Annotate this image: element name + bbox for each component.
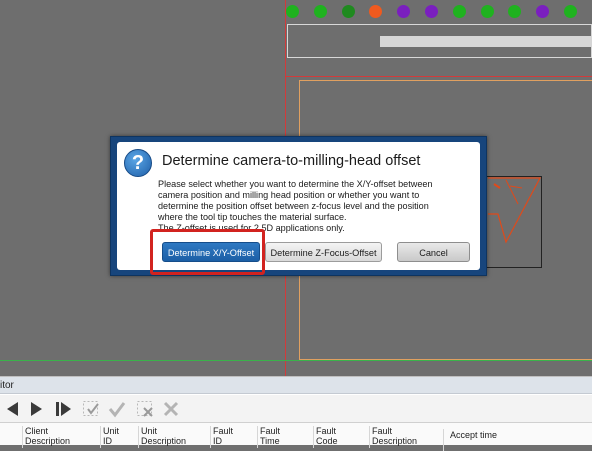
first-icon[interactable] [4,400,22,418]
status-dot [452,5,466,18]
column-header-fault-id[interactable]: Fault ID [210,426,257,448]
status-dot [397,5,411,18]
column-header-fault-time[interactable]: Fault Time [257,426,313,448]
question-icon: ? [124,149,152,177]
status-dot [480,5,494,18]
status-dot [508,5,522,18]
dialog-message-line: camera position and milling head positio… [158,190,420,200]
dialog-message-line: where the tool tip touches the material … [158,212,347,222]
monitor-toolbar [0,395,592,423]
fault-monitor-panel: itor Client Description Unit ID Unit Des… [0,376,592,451]
delete-icon[interactable] [162,400,180,418]
status-dot [425,5,438,18]
baseline-guide [0,360,592,361]
dialog-message-line: determine the position offset between z-… [158,201,429,211]
status-dot [536,5,550,18]
dialog-message: Please select whether you want to determ… [158,179,470,234]
status-dot [564,5,577,18]
preview-progress-bar [380,36,592,47]
monitor-title: itor [0,377,592,394]
column-header-client-description[interactable]: Client Description [22,426,100,448]
status-dot [286,5,299,18]
status-dot-row [286,5,592,19]
column-header-fault-code[interactable]: Fault Code [313,426,369,448]
status-dot [313,5,327,18]
next-icon[interactable] [28,400,46,418]
column-header-fault-description[interactable]: Fault Description [369,426,443,448]
column-header-unit-id[interactable]: Unit ID [100,426,138,448]
last-icon[interactable] [54,400,72,418]
dialog-message-line: Please select whether you want to determ… [158,179,433,189]
cancel-button[interactable]: Cancel [397,242,470,262]
status-dot [341,5,355,18]
column-header-unit-description[interactable]: Unit Description [138,426,210,448]
status-dot [369,5,383,18]
remove-selected-icon[interactable] [136,400,154,418]
column-header-accept-time[interactable]: Accept time [443,429,523,451]
callout-highlight-box [150,229,265,275]
determine-z-focus-offset-button[interactable]: Determine Z-Focus-Offset [265,242,382,262]
fault-table-header: Client Description Unit ID Unit Description… [0,423,592,451]
boundary-line-horizontal [285,76,592,77]
dialog-title: Determine camera-to-milling-head offset [162,153,421,169]
check-icon[interactable] [108,400,126,418]
accept-selected-icon[interactable] [82,400,100,418]
